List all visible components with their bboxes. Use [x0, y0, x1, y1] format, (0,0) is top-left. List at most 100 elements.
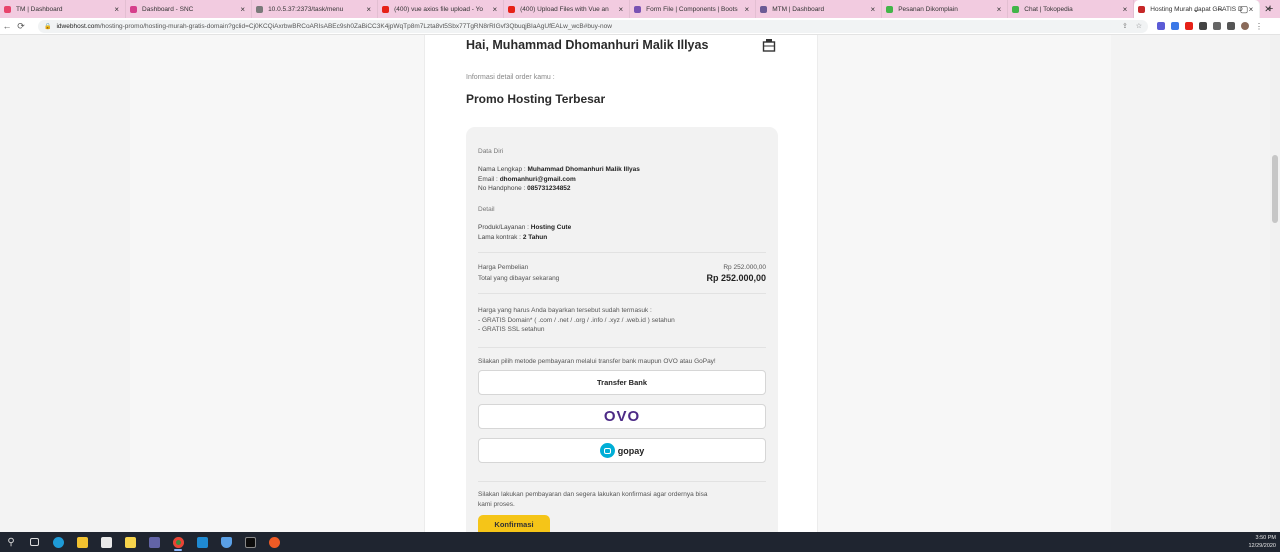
tab-title: (400) vue axios file upload - Yo — [394, 5, 483, 13]
sticky-notes-icon[interactable] — [118, 532, 142, 552]
edge-icon[interactable] — [46, 532, 70, 552]
tab-favicon-icon — [1012, 5, 1020, 13]
browser-tab[interactable]: Chat | Tokopedia × — [1008, 0, 1135, 18]
order-card: Hai, Muhammad Dhomanhuri Malik Illyas In… — [424, 35, 818, 532]
scrollbar[interactable] — [1270, 35, 1280, 532]
tab-close-icon[interactable]: × — [366, 5, 371, 14]
terminal-icon[interactable] — [238, 532, 262, 552]
includes-intro: Harga yang harus Anda bayarkan tersebut … — [478, 307, 652, 314]
sidepanel-icon[interactable] — [1227, 22, 1235, 30]
tab-favicon-icon — [634, 5, 642, 13]
browser-tab[interactable]: MTM | Dashboard × — [756, 0, 883, 18]
clock-date: 12/29/2020 — [1248, 543, 1276, 549]
address-bar[interactable]: 🔒 idwebhost.com/hosting-promo/hosting-mu… — [38, 19, 1148, 33]
tab-favicon-icon — [760, 5, 768, 13]
tab-close-icon[interactable]: × — [997, 5, 1002, 14]
window-controls: ⌄ – ▢ ✕ — [1184, 0, 1280, 18]
transfer-bank-button[interactable]: Transfer Bank — [478, 370, 766, 395]
tab-close-icon[interactable]: × — [618, 5, 623, 14]
clock-time: 3:50 PM — [1255, 535, 1276, 541]
vscode-icon[interactable] — [190, 532, 214, 552]
includes-info: Harga yang harus Anda bayarkan tersebut … — [478, 306, 675, 335]
extension-icon[interactable] — [1185, 22, 1193, 30]
browser-tab[interactable]: TM | Dashboard × — [0, 0, 127, 18]
order-info-label: Informasi detail order kamu : — [466, 74, 555, 81]
product-row: Produk/Layanan : Hosting Cute — [478, 224, 572, 231]
tab-title: Dashboard - SNC — [142, 5, 194, 13]
extensions-area: ⋮ — [1154, 22, 1264, 31]
extension-icon[interactable] — [1171, 22, 1179, 30]
tab-favicon-icon — [508, 5, 516, 13]
tab-close-icon[interactable]: × — [114, 5, 119, 14]
includes-ssl: - GRATIS SSL setahun — [478, 326, 545, 333]
personal-info: Nama Lengkap : Muhammad Dhomanhuri Malik… — [478, 165, 640, 194]
page-viewport: Hai, Muhammad Dhomanhuri Malik Illyas In… — [0, 35, 1280, 532]
task-view-icon[interactable] — [22, 532, 46, 552]
browser-tab[interactable]: 10.0.5.37:2373/task/menu × — [252, 0, 379, 18]
tab-favicon-icon — [382, 5, 390, 13]
close-window-icon[interactable]: ✕ — [1256, 4, 1280, 15]
tab-close-icon[interactable]: × — [492, 5, 497, 14]
includes-domain: - GRATIS Domain* ( .com / .net / .org / … — [478, 316, 675, 324]
divider — [478, 252, 766, 253]
browser-tab[interactable]: Dashboard - SNC × — [126, 0, 253, 18]
ovo-button[interactable]: OVO — [478, 404, 766, 429]
tab-close-icon[interactable]: × — [240, 5, 245, 14]
tab-close-icon[interactable]: × — [1123, 5, 1128, 14]
logout-icon[interactable] — [762, 38, 776, 52]
taskbar: ⚲ 3:50 PM 12/29/2020 — [0, 532, 1280, 552]
email-row: Email : dhomanhuri@gmail.com — [478, 175, 576, 183]
divider — [478, 481, 766, 482]
tab-title: (400) Upload Files with Vue an — [520, 5, 609, 13]
browser-toolbar: ← ⟳ 🔒 idwebhost.com/hosting-promo/hostin… — [0, 18, 1280, 35]
menu-icon[interactable]: ⋮ — [1255, 22, 1263, 31]
maximize-icon[interactable]: ▢ — [1232, 4, 1256, 15]
file-explorer-icon[interactable] — [70, 532, 94, 552]
tab-close-icon[interactable]: × — [745, 5, 750, 14]
store-icon[interactable] — [94, 532, 118, 552]
gopay-button[interactable]: gopay — [478, 438, 766, 463]
tab-title: Chat | Tokopedia — [1024, 5, 1073, 13]
contract-row: Lama kontrak : 2 Tahun — [478, 233, 548, 241]
total-amount: Rp 252.000,00 — [706, 273, 766, 283]
search-icon[interactable]: ⚲ — [0, 532, 22, 552]
back-icon[interactable]: ← — [0, 21, 14, 31]
tab-search-icon[interactable]: ⌄ — [1184, 4, 1208, 15]
extension-icon[interactable] — [1157, 22, 1165, 30]
browser-tab[interactable]: (400) vue axios file upload - Yo × — [378, 0, 505, 18]
browser-tab[interactable]: Pesanan Dikomplain × — [882, 0, 1009, 18]
chrome-icon[interactable] — [166, 532, 190, 552]
scrollbar-thumb[interactable] — [1272, 155, 1278, 223]
detail-label: Detail — [478, 206, 495, 213]
confirmation-note-line-2: kami proses. — [478, 500, 515, 508]
tab-favicon-icon — [4, 5, 11, 13]
tab-title: MTM | Dashboard — [772, 5, 825, 13]
tab-favicon-icon — [130, 5, 138, 13]
bookmark-star-icon[interactable]: ☆ — [1136, 23, 1142, 30]
ovo-logo: OVO — [603, 408, 641, 425]
tab-favicon-icon — [256, 5, 264, 13]
confirm-button[interactable]: Konfirmasi — [478, 515, 550, 532]
confirmation-note-line-1: Silakan lakukan pembayaran dan segera la… — [478, 491, 708, 498]
browser-tab[interactable]: (400) Upload Files with Vue an × — [504, 0, 631, 18]
reading-list-icon[interactable] — [1213, 22, 1221, 30]
tab-close-icon[interactable]: × — [871, 5, 876, 14]
gopay-label: gopay — [617, 445, 645, 456]
promo-title: Promo Hosting Terbesar — [466, 92, 606, 106]
minimize-icon[interactable]: – — [1208, 4, 1232, 14]
name-row: Nama Lengkap : Muhammad Dhomanhuri Malik… — [478, 166, 640, 173]
teams-icon[interactable] — [142, 532, 166, 552]
system-clock[interactable]: 3:50 PM 12/29/2020 — [1248, 534, 1276, 550]
postman-icon[interactable] — [262, 532, 286, 552]
puzzle-icon[interactable] — [1199, 22, 1207, 30]
reload-icon[interactable]: ⟳ — [14, 21, 28, 32]
tab-favicon-icon — [886, 5, 894, 13]
share-icon[interactable]: ⇪ — [1122, 23, 1128, 30]
profile-avatar[interactable] — [1241, 22, 1249, 30]
purchase-price-row: Harga Pembelian Rp 252.000,00 — [478, 264, 766, 271]
browser-tab[interactable]: Form File | Components | Boots × — [630, 0, 757, 18]
shield-icon[interactable] — [214, 532, 238, 552]
lock-icon[interactable]: 🔒 — [44, 23, 51, 30]
total-row: Total yang dibayar sekarang Rp 252.000,0… — [478, 273, 766, 283]
tab-title: 10.0.5.37:2373/task/menu — [268, 5, 344, 13]
